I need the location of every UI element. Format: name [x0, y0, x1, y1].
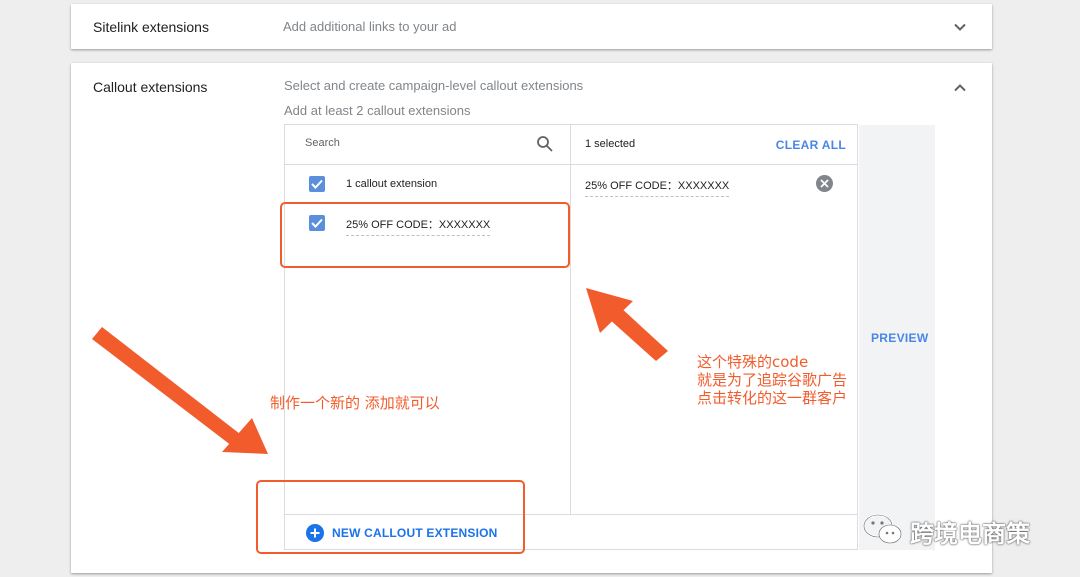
annotation-arrows [92, 288, 668, 454]
annotation-left: 制作一个新的 添加就可以 [270, 394, 440, 412]
arrow-icon-left [92, 327, 268, 454]
arrow-icon-right [586, 288, 668, 361]
annotation-right-line: 点击转化的这一群客户 [697, 389, 848, 407]
annotation-right: 这个特殊的code 就是为了追踪谷歌广告 点击转化的这一群客户 [697, 353, 847, 407]
wechat-icon [862, 513, 902, 544]
annotation-right-line: 就是为了追踪谷歌广告 [697, 371, 848, 389]
wechat-watermark: 跨境电商策 [862, 512, 1030, 548]
annotation-right-line: 这个特殊的code [697, 353, 809, 371]
watermark-text: 跨境电商策 [910, 520, 1030, 548]
